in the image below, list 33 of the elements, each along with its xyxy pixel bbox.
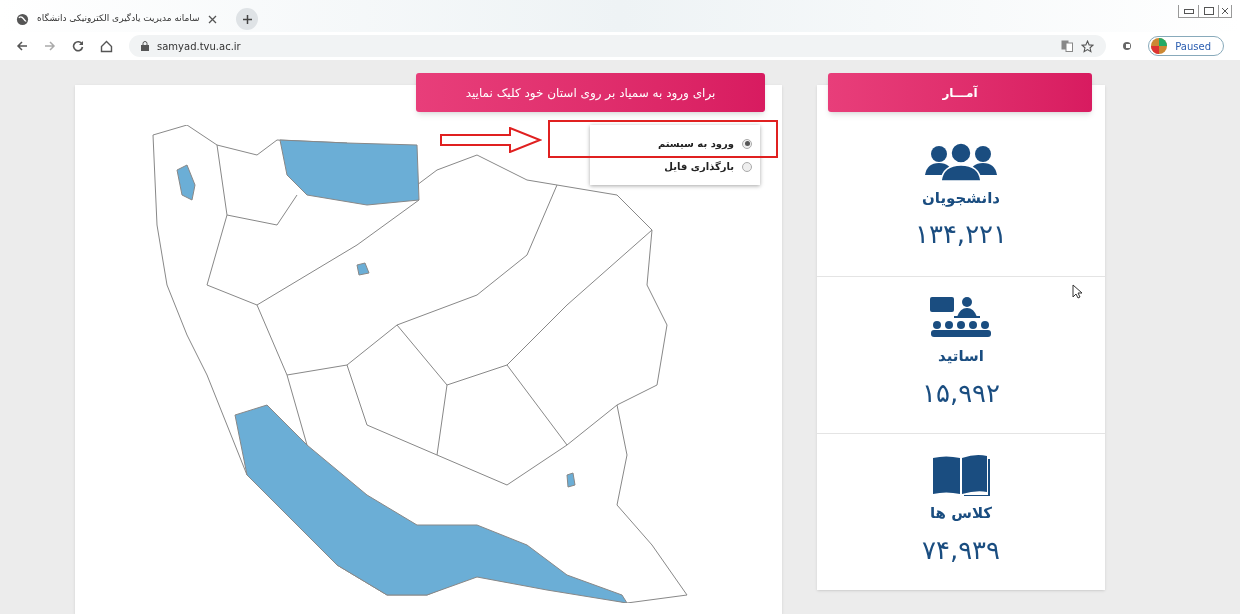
reload-icon[interactable]	[72, 40, 84, 52]
cursor-icon	[1072, 284, 1083, 299]
address-bar[interactable]: samyad.tvu.ac.ir	[129, 35, 1107, 57]
url-text: samyad.tvu.ac.ir	[157, 39, 241, 54]
new-tab-button[interactable]	[236, 8, 258, 30]
stat-value: ۷۴,۹۳۹	[921, 533, 1001, 567]
radio-button[interactable]	[742, 138, 752, 149]
back-icon[interactable]	[16, 40, 28, 52]
home-icon[interactable]	[100, 39, 113, 53]
globe-icon	[16, 12, 29, 26]
stats-header: آمـــار	[828, 73, 1092, 112]
avatar-icon	[1151, 38, 1168, 54]
extension-icon[interactable]	[1122, 41, 1133, 51]
map-header: برای ورود به سمیاد بر روی استان خود کلیک نمایید	[416, 73, 765, 112]
stat-value: ۱۳۴,۲۲۱	[914, 218, 1008, 252]
radio-button[interactable]	[742, 161, 752, 172]
lock-icon	[141, 41, 149, 51]
classroom-icon	[930, 297, 992, 340]
close-window-icon[interactable]	[1219, 5, 1231, 17]
stat-label: کلاس ها	[929, 503, 993, 525]
stat-label: اساتید	[938, 346, 984, 368]
stat-value: ۱۵,۹۹۲	[921, 376, 1001, 410]
radio-label: ورود به سیستم	[657, 137, 734, 151]
book-icon	[931, 454, 991, 497]
radio-label: بارگذاری فایل	[664, 160, 734, 174]
arrow-icon	[440, 127, 542, 153]
translate-icon[interactable]	[1061, 40, 1074, 52]
close-tab-icon[interactable]	[207, 14, 217, 24]
tab-title[interactable]: سامانه مدیریت یادگیری الکترونیکی دانشگاه	[37, 12, 200, 26]
people-icon	[923, 140, 999, 181]
stat-label: دانشجویان	[922, 187, 1000, 209]
star-icon[interactable]	[1081, 39, 1095, 53]
plus-icon	[241, 13, 253, 25]
